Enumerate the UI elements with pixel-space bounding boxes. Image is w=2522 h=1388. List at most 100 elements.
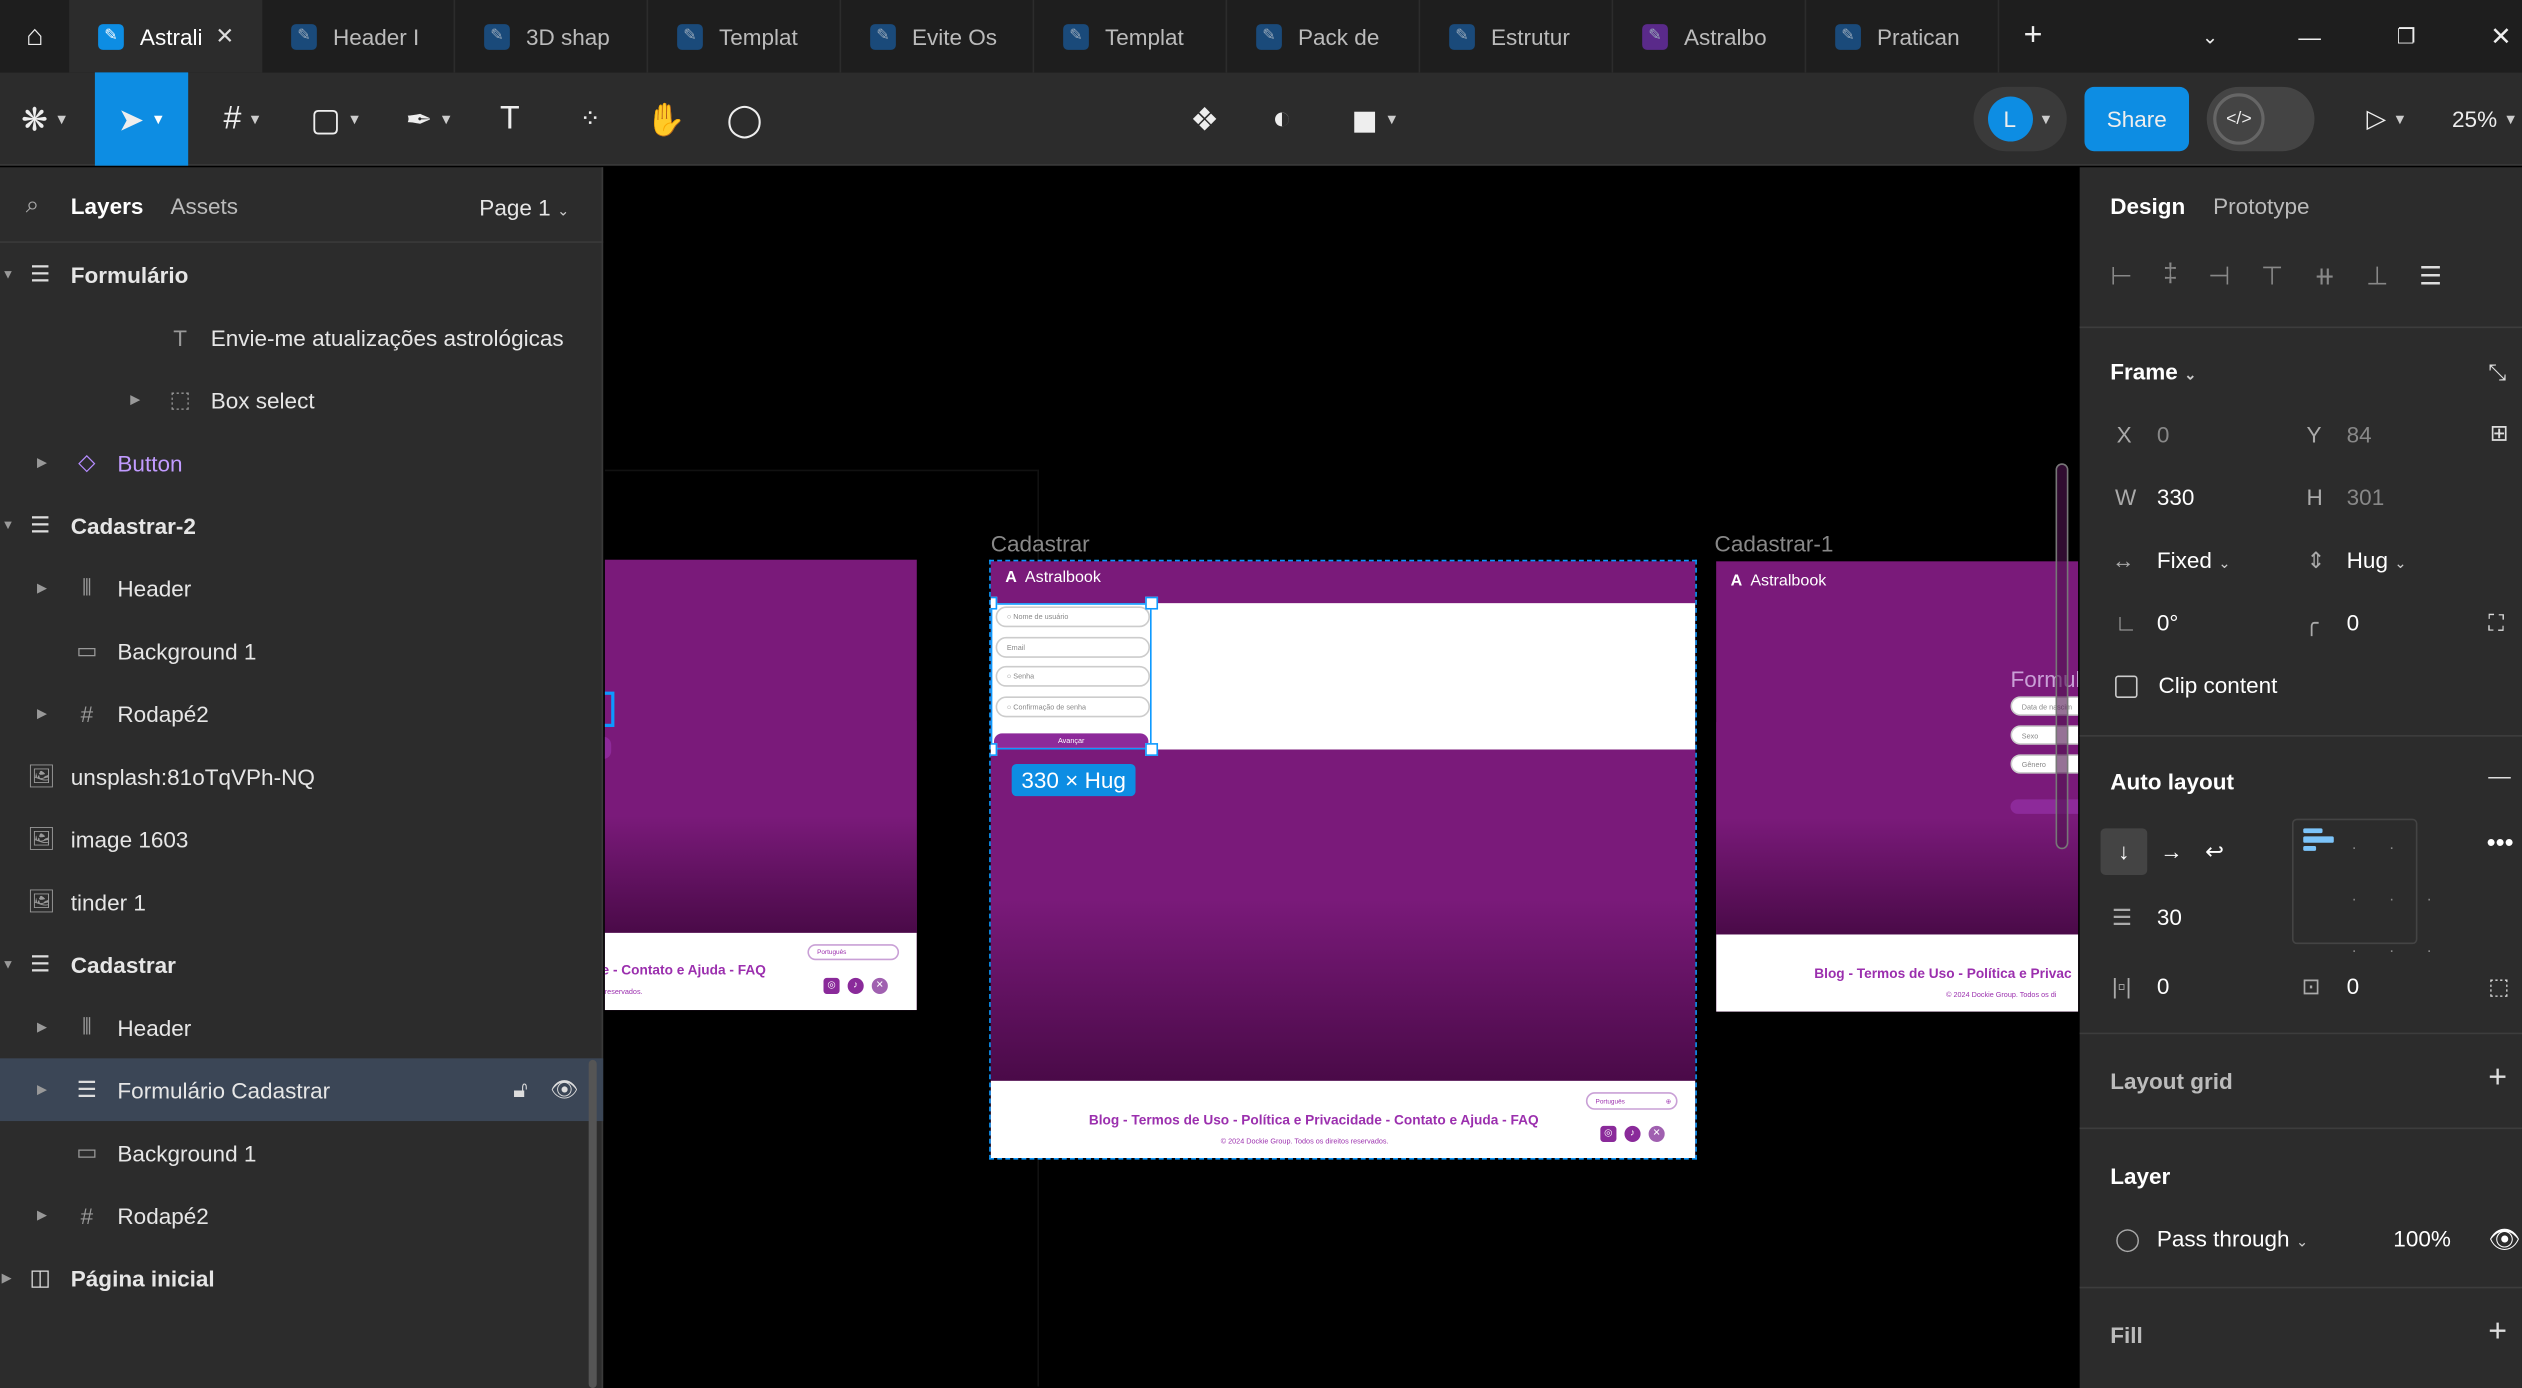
tab-7[interactable]: ✎ Estrutur — [1420, 0, 1614, 73]
caret-down-icon[interactable]: ▼ — [2, 518, 15, 532]
layer-row[interactable]: ▶ ◫ Página inicial — [0, 1247, 603, 1310]
layer-row[interactable]: ▶ ⬚ Box select — [0, 368, 603, 431]
resize-handle-bl[interactable] — [990, 743, 998, 756]
direction-horizontal-icon[interactable]: → — [2160, 838, 2183, 864]
visibility-eye-icon[interactable]: 👁 — [2488, 1224, 2521, 1256]
eye-icon[interactable]: 👁︎ — [550, 1076, 579, 1103]
radius-input[interactable]: 0 — [2347, 610, 2360, 636]
page-selector[interactable]: Page 1 ⌄ — [479, 195, 569, 221]
caret-right-icon[interactable]: ▶ — [130, 392, 140, 406]
y-input[interactable]: 84 — [2347, 421, 2372, 447]
resize-to-fit-icon[interactable]: ⤡ — [2488, 359, 2506, 386]
tab-3[interactable]: ✎ Templat — [648, 0, 842, 73]
zoom-dropdown[interactable]: 25% ▼ — [2448, 72, 2522, 165]
layer-row[interactable]: ▭ Background 1 — [0, 619, 603, 682]
close-tab-icon[interactable]: ✕ — [215, 23, 234, 50]
form-field[interactable]: ○ Nome de usuário — [995, 606, 1151, 628]
form-field[interactable]: Email — [995, 636, 1151, 658]
search-icon[interactable]: ⌕ — [26, 191, 40, 218]
tiktok-icon[interactable]: ♪ — [1624, 1125, 1641, 1142]
rectangle-tool-icon[interactable]: ▢ ▼ — [302, 72, 370, 165]
tab-8[interactable]: ✎ Astralbo — [1613, 0, 1807, 73]
hand-tool-icon[interactable]: ✋ — [643, 72, 688, 165]
caret-down-icon[interactable]: ▼ — [2, 957, 15, 971]
tab-assets[interactable]: Assets — [170, 193, 238, 219]
tab-0[interactable]: ✎ Astrali ✕ — [69, 0, 263, 73]
multiplayer-avatar-button[interactable]: L ▼ — [1973, 86, 2067, 152]
language-select[interactable]: Português ⊕ — [1585, 1092, 1678, 1110]
close-window-icon[interactable]: ✕ — [2480, 0, 2522, 72]
horizontal-padding-input[interactable]: 0 — [2157, 973, 2170, 999]
footer-links[interactable]: Blog - Termos de Uso - Política e Privac… — [1089, 1111, 1539, 1127]
boolean-ops-icon[interactable]: ◼ ▼ — [1340, 72, 1411, 165]
footer-links[interactable]: e - Contato e Ajuda - FAQ — [605, 962, 766, 978]
align-right-icon[interactable]: ⊣ — [2208, 261, 2230, 293]
width-mode-dropdown[interactable]: Fixed ⌄ — [2157, 547, 2231, 573]
unlock-icon[interactable]: 🔓︎ — [513, 1076, 528, 1103]
layer-row[interactable]: ▶ ⦀ Header — [0, 996, 603, 1059]
layer-row[interactable]: ▶ ⦀ Header — [0, 557, 603, 620]
align-left-icon[interactable]: ⊢ — [2110, 261, 2132, 293]
remove-auto-layout-icon[interactable]: — — [2488, 762, 2511, 788]
footer-links[interactable]: Blog - Termos de Uso - Política e Privac — [1814, 965, 2071, 981]
frame-cadastrar[interactable]: A Astralbook ○ Nome de usuário Email ○ Senh… — [989, 559, 1697, 1160]
frame-label-cadastrar[interactable]: Cadastrar — [991, 531, 1090, 557]
frame-cadastrar-1[interactable]: A Astralbook Formul Data de nascim Sexo Gên… — [1716, 561, 2079, 1012]
mask-contrast-icon[interactable]: ◐ — [1259, 72, 1304, 165]
layers-scrollbar[interactable] — [588, 1059, 597, 1388]
frame-tool-icon[interactable]: # ▼ — [209, 72, 277, 165]
layer-row[interactable]: ▶ ◇ Button — [0, 431, 603, 494]
tab-design[interactable]: Design — [2110, 193, 2185, 219]
more-options-icon[interactable]: ••• — [2487, 830, 2514, 859]
independent-corners-icon[interactable]: ⛶ — [2488, 610, 2504, 637]
avancar-button[interactable]: Avançar — [993, 733, 1149, 748]
align-middle-v-icon[interactable]: ⧺ — [2314, 261, 2336, 293]
caret-right-icon[interactable]: ▶ — [37, 706, 47, 720]
minimize-icon[interactable]: — — [2287, 0, 2332, 72]
add-layout-grid-icon[interactable]: + — [2488, 1060, 2507, 1097]
component-icon[interactable]: ❖ — [1182, 72, 1227, 165]
layer-row[interactable]: ▼ ☰ Cadastrar-2 — [0, 494, 603, 557]
share-button[interactable]: Share — [2084, 86, 2190, 152]
x-twitter-icon[interactable]: ✕ — [871, 977, 888, 994]
tiktok-icon[interactable]: ♪ — [847, 977, 864, 994]
layer-row[interactable]: ▶ # Rodapé2 — [0, 1184, 603, 1247]
align-top-icon[interactable]: ⊤ — [2261, 261, 2283, 293]
resize-handle-tr[interactable] — [1145, 596, 1159, 610]
tab-2[interactable]: ✎ 3D shap — [455, 0, 649, 73]
tab-9[interactable]: ✎ Pratican — [1806, 0, 2000, 73]
tab-1[interactable]: ✎ Header I — [262, 0, 456, 73]
layer-row[interactable]: T Envie-me atualizações astrológicas — [0, 306, 603, 369]
constraints-icon[interactable]: ⊞ — [2490, 420, 2509, 447]
frame-cadastrar-2[interactable]: e - Contato e Ajuda - FAQ reservados. Po… — [604, 559, 917, 1011]
caret-down-icon[interactable]: ▼ — [2, 267, 15, 281]
w-input[interactable]: 330 — [2157, 484, 2195, 510]
caret-right-icon[interactable]: ▶ — [37, 581, 47, 595]
caret-right-icon[interactable]: ▶ — [37, 1020, 47, 1034]
form-field[interactable]: ○ Confirmação de senha — [995, 695, 1151, 717]
caret-right-icon[interactable]: ▶ — [37, 1082, 47, 1096]
caret-right-icon[interactable]: ▶ — [37, 1208, 47, 1222]
tabs-dropdown-chevron-icon[interactable]: ⌄ — [2187, 0, 2232, 72]
formulario-cadastrar-selected[interactable]: ○ Nome de usuário Email ○ Senha ○ Confirmaç… — [990, 603, 1152, 750]
h-input[interactable]: 301 — [2347, 484, 2385, 510]
frame-label-cadastrar-1[interactable]: Cadastrar-1 — [1715, 531, 1834, 557]
new-tab-plus-icon[interactable]: + — [2011, 0, 2056, 72]
layer-row[interactable]: 🖼 image 1603 — [0, 807, 603, 870]
layer-row[interactable]: ▼ ☰ Cadastrar — [0, 933, 603, 996]
tab-6[interactable]: ✎ Pack de — [1227, 0, 1421, 73]
direction-vertical-icon[interactable]: ↓ — [2100, 828, 2148, 875]
gap-input[interactable]: 30 — [2157, 904, 2182, 930]
layer-row[interactable]: 🖼 unsplash:81oTqVPh-NQ — [0, 745, 603, 808]
text-tool-icon[interactable]: T — [489, 72, 531, 165]
present-icon[interactable]: ▷ ▼ — [2356, 72, 2417, 165]
tab-layers[interactable]: Layers — [71, 193, 144, 219]
clip-content-checkbox[interactable] — [2115, 675, 2138, 699]
form-field[interactable]: ○ Senha — [995, 665, 1151, 687]
move-tool-icon[interactable]: ➤ ▼ — [94, 72, 189, 166]
main-menu-figma-icon[interactable]: ❋ ▼ — [13, 72, 77, 165]
rotation-input[interactable]: 0° — [2157, 610, 2179, 636]
home-icon[interactable]: ⌂ — [0, 0, 69, 72]
opacity-input[interactable]: 100% — [2393, 1226, 2451, 1252]
direction-wrap-icon[interactable]: ↩ — [2205, 838, 2224, 865]
